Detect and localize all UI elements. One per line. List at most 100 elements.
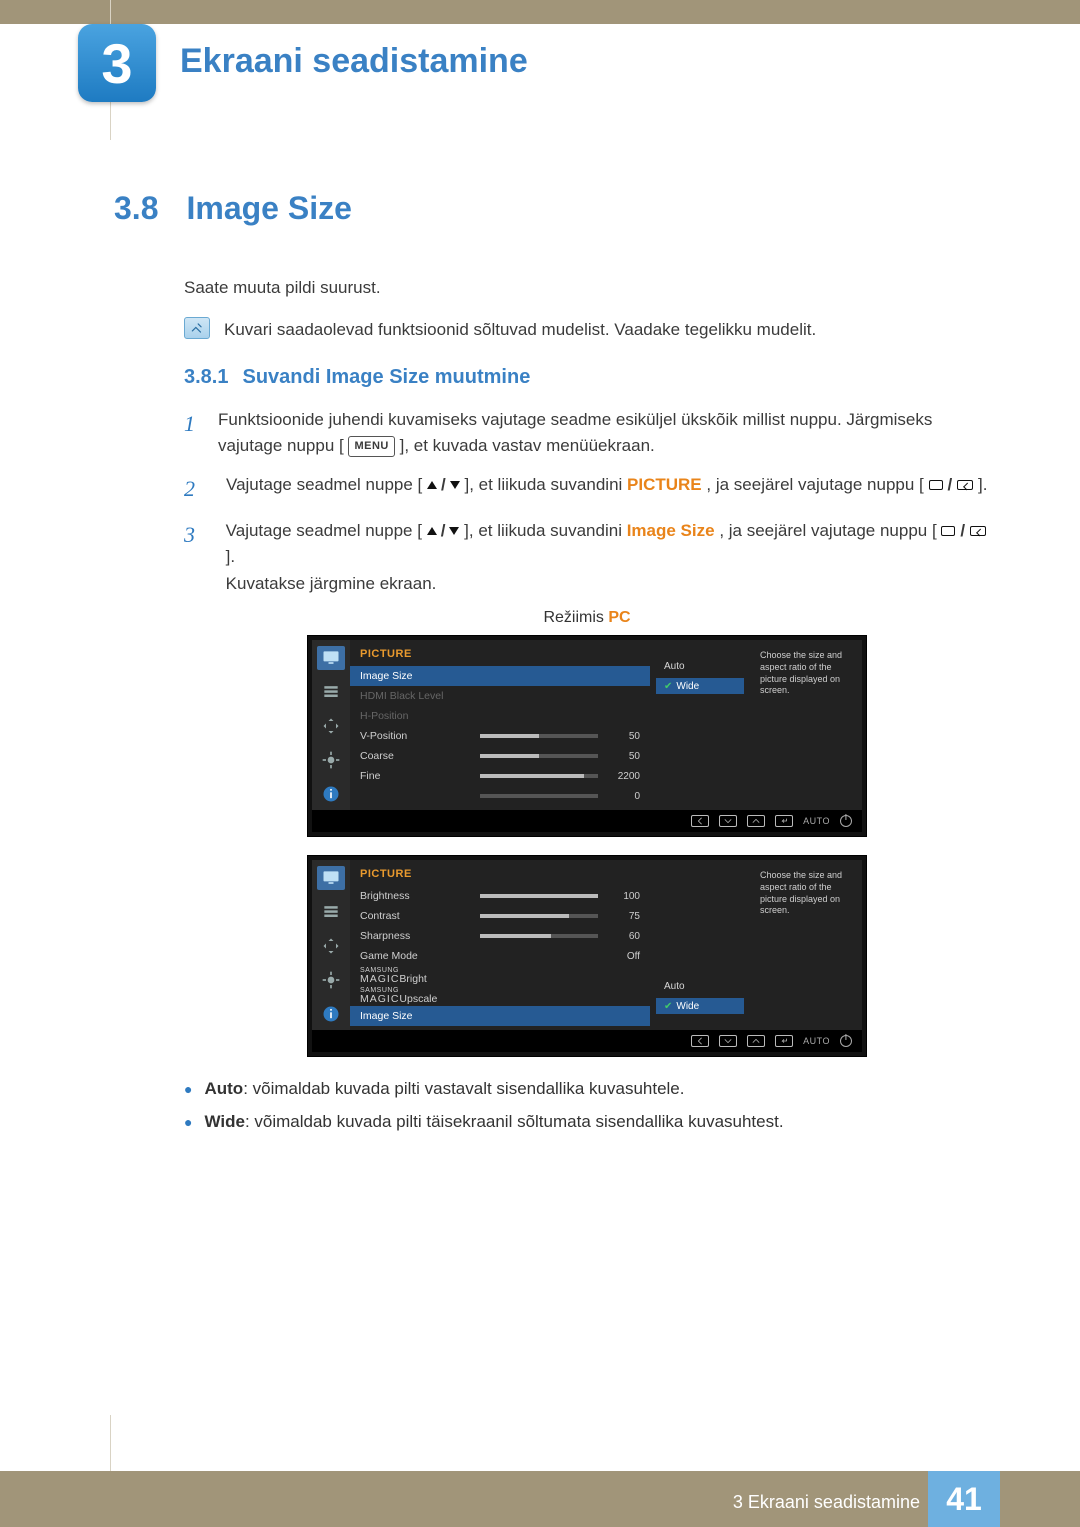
chapter-badge: 3 [78,24,156,102]
osd-panel-2: PICTURE Brightness100Contrast75Sharpness… [307,855,867,1057]
chapter-title: Ekraani seadistamine [180,42,528,81]
step-1: 1 Funktsioonide juhendi kuvamiseks vajut… [184,407,990,460]
option-wide: ✔Wide [656,678,744,694]
left-icon [691,1035,709,1047]
osd-row: H-Position [350,706,650,726]
enter-icon [775,1035,793,1047]
step-text: Vajutage seadmel nuppe [ [226,521,422,540]
osd-footer: AUTO [312,810,862,832]
note: Kuvari saadaolevad funktsioonid sõltuvad… [184,317,990,343]
osd-menu-list: PICTURE Image SizeHDMI Black LevelH-Posi… [350,640,650,810]
option-wide: ✔Wide [656,998,744,1014]
intro-text: Saate muuta pildi suurust. [184,275,990,301]
osd-row: Sharpness60 [350,926,650,946]
section-heading: 3.8 Image Size [114,190,990,227]
up-down-icon: / [427,518,460,544]
osd-row: Image Size [350,666,650,686]
mode-label: Režiimis PC [184,609,990,627]
step-text: Kuvatakse järgmine ekraan. [226,574,437,593]
enter-icon: / [941,518,986,544]
left-icon [691,815,709,827]
content: 3.8 Image Size Saate muuta pildi suurust… [114,190,990,1142]
auto-label: AUTO [803,1036,830,1046]
info-icon [317,1002,345,1026]
gear-icon [317,968,345,992]
up-icon [747,815,765,827]
bullet-dot-icon: ● [184,1108,192,1135]
move-icon [317,714,345,738]
osd-row: Contrast75 [350,906,650,926]
osd-panel-1: PICTURE Image SizeHDMI Black LevelH-Posi… [307,635,867,837]
subsection-heading: 3.8.1 Suvandi Image Size muutmine [184,366,990,389]
bullet-wide: ● Wide: võimaldab kuvada pilti täisekraa… [184,1108,990,1135]
option-auto: Auto [656,658,744,674]
note-text: Kuvari saadaolevad funktsioonid sõltuvad… [224,317,816,343]
osd-row: Coarse50 [350,746,650,766]
step-text: Vajutage seadmel nuppe [ [226,475,422,494]
step-text: , ja seejärel vajutage nuppu [ [719,521,936,540]
step-number: 3 [184,518,208,597]
osd-row: SAMSUNGMAGICBright [350,966,650,986]
list-icon [317,900,345,924]
osd-row: V-Position50 [350,726,650,746]
power-icon [840,815,852,827]
page-number: 41 [928,1471,1000,1527]
target-label: PICTURE [627,475,702,494]
gear-icon [317,748,345,772]
info-icon [317,782,345,806]
step-text: ]. [226,547,235,566]
step-number: 2 [184,472,208,506]
osd-row: HDMI Black Level [350,686,650,706]
osd-side-icons [312,640,350,810]
step-text: ], et liikuda suvandini [464,475,627,494]
osd-row: Image Size [350,1006,650,1026]
osd-tooltip: Choose the size and aspect ratio of the … [750,860,862,1030]
osd-row: SAMSUNGMAGICUpscale [350,986,650,1006]
step-text: , ja seejärel vajutage nuppu [ [706,475,923,494]
down-icon [719,815,737,827]
osd-row: Fine2200 [350,766,650,786]
step-text: ]. [978,475,987,494]
step-number: 1 [184,407,200,460]
footer-chapter: 3 Ekraani seadistamine [733,1492,920,1513]
move-icon [317,934,345,958]
osd-title: PICTURE [350,644,650,666]
up-down-icon: / [427,472,460,498]
note-icon [184,317,210,339]
enter-icon: / [929,472,974,498]
down-icon [719,1035,737,1047]
osd-options: Auto ✔Wide [650,640,750,810]
step-text: ], et liikuda suvandini [464,521,627,540]
osd-menu-list: PICTURE Brightness100Contrast75Sharpness… [350,860,650,1030]
subsection-number: 3.8.1 [184,366,228,389]
menu-button-icon: MENU [348,436,394,457]
osd-footer: AUTO [312,1030,862,1052]
osd-side-icons [312,860,350,1030]
bullet-auto: ● Auto: võimaldab kuvada pilti vastavalt… [184,1075,990,1102]
bullet-dot-icon: ● [184,1075,192,1102]
osd-row: Game ModeOff [350,946,650,966]
step-text: ], et kuvada vastav menüüekraan. [400,436,655,455]
osd-title: PICTURE [350,864,650,886]
section-number: 3.8 [114,190,158,227]
osd-row: Brightness100 [350,886,650,906]
osd-tooltip: Choose the size and aspect ratio of the … [750,640,862,810]
section-title: Image Size [186,190,351,227]
auto-label: AUTO [803,816,830,826]
option-auto: Auto [656,978,744,994]
page: 3 Ekraani seadistamine 3.8 Image Size Sa… [0,0,1080,1527]
step-3: 3 Vajutage seadmel nuppe [ / ], et liiku… [184,518,990,597]
osd-row: 0 [350,786,650,806]
top-band [0,0,1080,24]
up-icon [747,1035,765,1047]
step-2: 2 Vajutage seadmel nuppe [ / ], et liiku… [184,472,990,506]
enter-icon [775,815,793,827]
osd-options: Auto ✔Wide [650,860,750,1030]
monitor-icon [317,646,345,670]
list-icon [317,680,345,704]
subsection-title: Suvandi Image Size muutmine [242,366,530,389]
monitor-icon [317,866,345,890]
footer-rule [110,1415,111,1471]
power-icon [840,1035,852,1047]
target-label: Image Size [627,521,715,540]
